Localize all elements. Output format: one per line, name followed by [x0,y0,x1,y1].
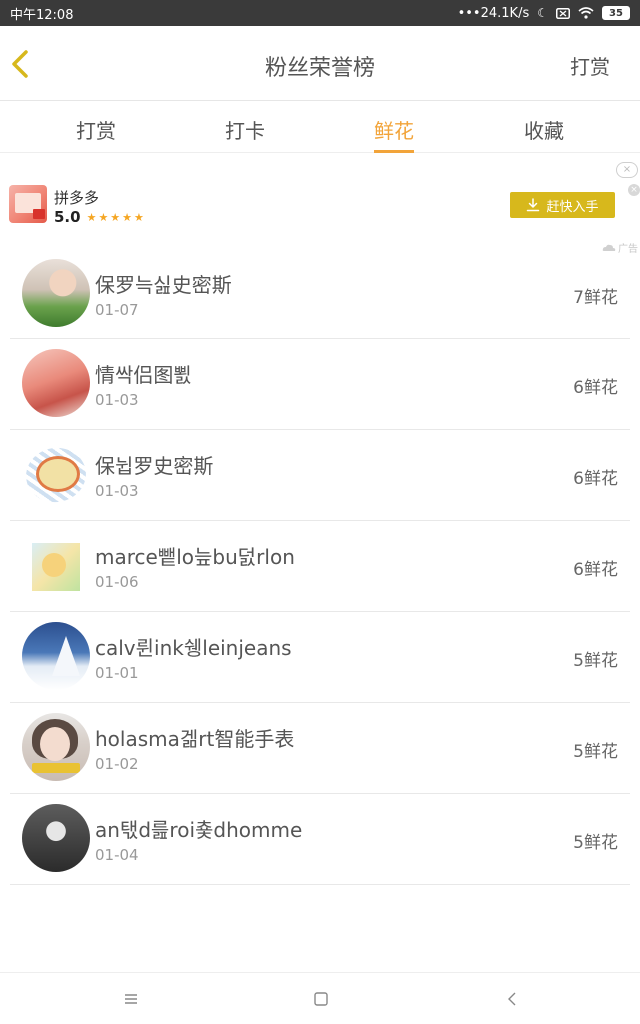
list-item[interactable]: calv륀ink쉥leinjeans 01-01 5鲜花 [10,612,630,703]
menu-button[interactable] [122,991,140,1007]
ad-app-name: 拼多多 [54,189,100,207]
back-nav-button[interactable] [504,991,522,1007]
tip-button[interactable]: 打赏 [570,51,610,80]
tab-flowers[interactable]: 鲜花 [374,115,414,153]
flower-count: 5鲜花 [573,833,618,853]
network-speed: •••24.1K/s [457,5,530,21]
sim-icon [556,7,570,19]
menu-icon [125,994,137,1004]
list-item[interactable]: 情싹侣图뾠 01-03 6鲜花 [10,339,630,430]
user-date: 01-07 [95,301,139,319]
avatar [22,804,90,872]
user-date: 01-03 [95,391,139,409]
flower-count: 5鲜花 [573,651,618,671]
tab-checkin[interactable]: 打卡 [225,115,265,150]
user-name: 情싹侣图뾠 [95,363,192,387]
moon-icon: ☾ [537,6,548,20]
flower-count: 7鲜花 [573,288,618,308]
flower-count: 6鲜花 [573,560,618,580]
user-name: 保뉩罗史密斯 [95,454,214,478]
user-date: 01-03 [95,482,139,500]
flower-count: 6鲜花 [573,469,618,489]
avatar [22,713,90,781]
status-icons: •••24.1K/s ☾ 35 [458,6,630,21]
user-name: calv륀ink쉥leinjeans [95,636,292,660]
ad-close-button[interactable]: × [616,162,638,178]
avatar [22,440,90,508]
tab-favorites[interactable]: 收藏 [524,115,564,150]
user-name: 保罗늑싪史密斯 [95,273,232,297]
battery-icon: 35 [602,6,630,20]
square-home-icon [314,992,328,1006]
avatar [22,349,90,417]
user-date: 01-02 [95,755,139,773]
user-date: 01-01 [95,664,139,682]
list-item[interactable]: 保罗늑싪史密斯 01-07 7鲜花 [10,249,630,339]
avatar [22,259,90,327]
system-nav-bar [0,972,640,1024]
list-item[interactable]: holasma겖rt智能手表 01-02 5鲜花 [10,703,630,794]
ad-rating: 5.0 [54,208,81,226]
ad-get-button[interactable]: 赶快入手 [510,192,615,218]
user-name: an탟d릂roi춏dhomme [95,818,303,842]
status-bar: 中午12:08 •••24.1K/s ☾ 35 [0,0,640,26]
user-date: 01-04 [95,846,139,864]
page-title: 粉丝荣誉榜 [264,56,375,81]
flower-count: 5鲜花 [573,742,618,762]
list-item[interactable]: an탟d릂roi춏dhomme 01-04 5鲜花 [10,794,630,885]
app-header: 粉丝荣誉榜 打赏 [0,26,640,101]
star-rating-icon: ★★★★★ [86,210,146,224]
wifi-icon [578,7,594,19]
user-name: marce뺕lo늪bu덠rlon [95,545,295,569]
user-date: 01-06 [95,573,139,591]
avatar [22,622,90,690]
fan-ranking-list: 保罗늑싪史密斯 01-07 7鲜花 情싹侣图뾠 01-03 6鲜花 保뉩罗史密斯… [10,249,630,885]
ad-rating-row: 5.0 ★★★★★ [54,208,146,226]
tab-tip[interactable]: 打赏 [76,115,116,150]
user-name: holasma겖rt智能手表 [95,727,295,751]
ad-get-label: 赶快入手 [546,199,599,215]
tab-bar: 打赏 打卡 鲜花 收藏 [0,101,640,153]
ad-app-thumbnail [9,185,47,223]
home-button[interactable] [312,991,330,1007]
avatar [22,531,90,599]
ad-banner[interactable]: × × 拼多多 5.0 ★★★★★ 赶快入手 广告 [0,160,640,255]
list-item[interactable]: 保뉩罗史密斯 01-03 6鲜花 [10,430,630,521]
status-time: 中午12:08 [10,7,74,23]
flower-count: 6鲜花 [573,378,618,398]
download-icon [527,198,540,212]
ad-dismiss-icon[interactable]: × [628,184,640,196]
back-triangle-icon [508,992,516,1006]
list-item[interactable]: marce뺕lo늪bu덠rlon 01-06 6鲜花 [10,521,630,612]
